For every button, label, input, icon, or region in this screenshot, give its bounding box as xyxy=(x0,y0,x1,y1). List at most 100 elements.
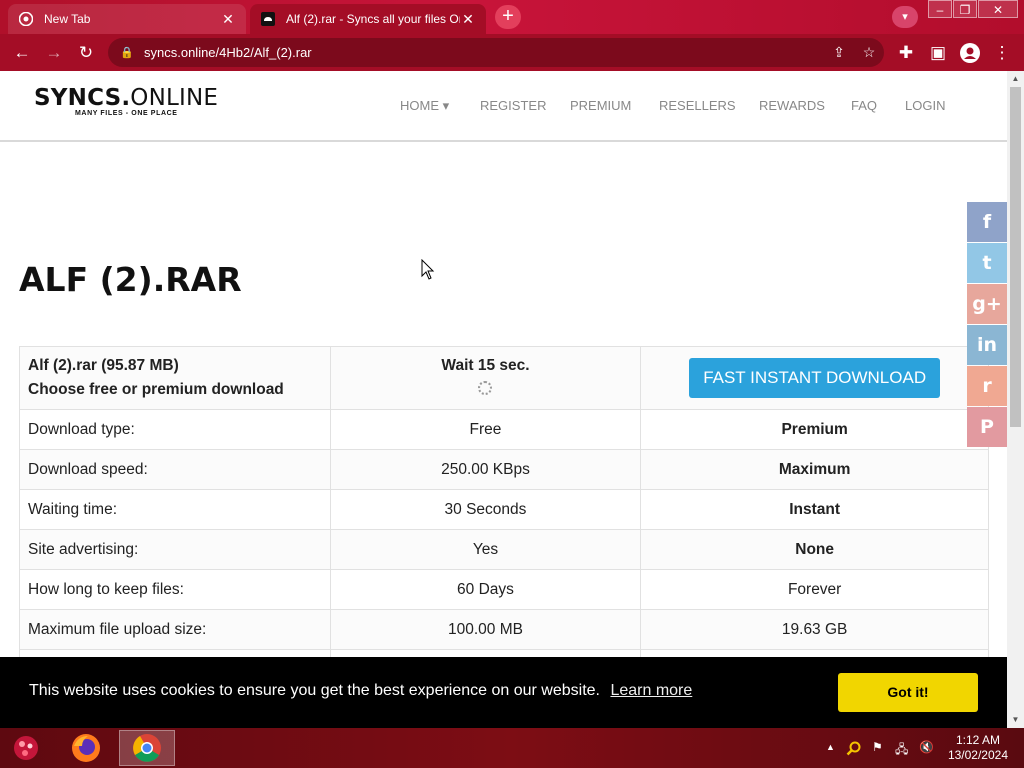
nav-premium[interactable]: PREMIUM xyxy=(570,98,631,113)
wait-cell: Wait 15 sec. xyxy=(329,346,642,410)
clock-date: 13/02/2024 xyxy=(947,748,1008,762)
chrome-icon xyxy=(18,11,34,27)
row-free-value: 100.00 MB xyxy=(329,609,642,650)
scrollbar-thumb[interactable] xyxy=(1010,87,1021,427)
close-tab-icon[interactable]: ✕ xyxy=(460,11,476,28)
bookmark-star-icon[interactable]: ☆ xyxy=(854,44,884,61)
chevron-down-icon: ▾ xyxy=(442,98,450,113)
page-scrollbar[interactable]: ▲ ▼ xyxy=(1007,71,1024,728)
row-label: Waiting time: xyxy=(19,489,331,530)
logo-name-bold: SYNCS. xyxy=(34,85,131,111)
tab-title: New Tab xyxy=(44,12,91,26)
nav-register[interactable]: REGISTER xyxy=(480,98,546,113)
nav-login[interactable]: LOGIN xyxy=(905,98,945,113)
row-premium-value: Premium xyxy=(640,409,989,450)
fast-instant-download-button[interactable]: FAST INSTANT DOWNLOAD xyxy=(689,358,941,398)
scroll-down-arrow-icon[interactable]: ▼ xyxy=(1007,712,1024,728)
tab-new-tab[interactable]: New Tab ✕ xyxy=(8,4,246,34)
address-bar[interactable]: 🔒 syncs.online/4Hb2/Alf_(2).rar ⇪ ☆ xyxy=(108,38,884,67)
table-row: Alf (2).rar (95.87 MB) Choose free or pr… xyxy=(19,346,989,410)
clock-time: 1:12 AM xyxy=(955,733,1000,747)
site-logo[interactable]: SYNCS.ONLINE MANY FILES - ONE PLACE xyxy=(34,85,218,117)
learn-more-link[interactable]: Learn more xyxy=(610,682,692,699)
table-row: Site advertising: Yes None xyxy=(19,529,989,570)
row-premium-value: Maximum xyxy=(640,449,989,490)
twitter-icon[interactable]: t xyxy=(967,243,1007,283)
lock-icon[interactable]: 🔒 xyxy=(120,46,134,59)
nav-home[interactable]: HOME ▾ xyxy=(400,98,449,114)
tab-title: Alf (2).rar - Syncs all your files Or xyxy=(286,12,460,26)
browser-tab-bar: New Tab ✕ Alf (2).rar - Syncs all your f… xyxy=(0,0,1024,34)
download-comparison-table: Alf (2).rar (95.87 MB) Choose free or pr… xyxy=(19,346,989,690)
network-icon[interactable]: 🖧 xyxy=(895,740,908,761)
nav-resellers[interactable]: RESELLERS xyxy=(659,98,736,113)
close-window-button[interactable]: ✕ xyxy=(978,0,1018,18)
nav-rewards[interactable]: REWARDS xyxy=(759,98,825,113)
taskbar-firefox[interactable] xyxy=(58,730,114,766)
facebook-icon[interactable]: f xyxy=(967,202,1007,242)
chrome-icon xyxy=(133,734,161,762)
firefox-icon xyxy=(72,734,100,762)
side-panel-icon[interactable]: ▣ xyxy=(928,43,948,63)
taskbar-chrome[interactable] xyxy=(119,730,175,766)
row-premium-value: None xyxy=(640,529,989,570)
cookie-message: This website uses cookies to ensure you … xyxy=(29,682,692,700)
flag-notification-icon[interactable]: ⚑ xyxy=(872,740,883,754)
choose-download-text: Choose free or premium download xyxy=(28,381,284,398)
browser-toolbar: ← → ↻ 🔒 syncs.online/4Hb2/Alf_(2).rar ⇪ … xyxy=(0,34,1024,71)
reload-icon[interactable]: ↻ xyxy=(76,43,96,63)
row-label: Download type: xyxy=(19,409,331,450)
table-row: Download speed: 250.00 KBps Maximum xyxy=(19,449,989,490)
reddit-icon[interactable]: r xyxy=(967,366,1007,406)
search-tray-icon[interactable] xyxy=(846,740,862,759)
page-title: ALF (2).RAR xyxy=(19,260,242,299)
new-tab-button[interactable]: + xyxy=(495,5,521,29)
row-label: Download speed: xyxy=(19,449,331,490)
menu-kebab-icon[interactable]: ⋮ xyxy=(992,43,1012,63)
profile-avatar-icon[interactable] xyxy=(960,43,980,63)
file-info-cell: Alf (2).rar (95.87 MB) Choose free or pr… xyxy=(19,346,331,410)
file-name-size: Alf (2).rar (95.87 MB) xyxy=(28,357,179,374)
cookie-message-text: This website uses cookies to ensure you … xyxy=(29,682,600,699)
start-orb-icon xyxy=(14,736,38,760)
back-icon[interactable]: ← xyxy=(12,43,32,63)
tray-expand-icon[interactable]: ▲ xyxy=(826,742,835,752)
site-header: SYNCS.ONLINE MANY FILES - ONE PLACE HOME… xyxy=(0,71,1007,142)
social-share-bar: f t g+ in r P xyxy=(967,202,1007,448)
tab-search-icon[interactable]: ▾ xyxy=(892,6,918,28)
maximize-button[interactable]: ❐ xyxy=(953,0,977,18)
extensions-icon[interactable]: ✚ xyxy=(896,43,916,63)
share-icon[interactable]: ⇪ xyxy=(824,44,854,61)
minimize-button[interactable]: – xyxy=(928,0,952,18)
table-row: Download type: Free Premium xyxy=(19,409,989,450)
start-button[interactable] xyxy=(10,732,42,764)
row-label: Site advertising: xyxy=(19,529,331,570)
row-free-value: Free xyxy=(329,409,642,450)
page-viewport: SYNCS.ONLINE MANY FILES - ONE PLACE HOME… xyxy=(0,71,1024,728)
nav-faq[interactable]: FAQ xyxy=(851,98,877,113)
fast-download-cell: FAST INSTANT DOWNLOAD xyxy=(640,346,989,410)
system-clock[interactable]: 1:12 AM 13/02/2024 xyxy=(948,733,1008,763)
volume-muted-icon[interactable]: 🔇 xyxy=(919,740,934,754)
row-free-value: 30 Seconds xyxy=(329,489,642,530)
row-free-value: 60 Days xyxy=(329,569,642,610)
row-free-value: Yes xyxy=(329,529,642,570)
linkedin-icon[interactable]: in xyxy=(967,325,1007,365)
row-premium-value: 19.63 GB xyxy=(640,609,989,650)
row-label: Maximum file upload size: xyxy=(19,609,331,650)
syncs-favicon-icon xyxy=(260,11,276,27)
table-row: Waiting time: 30 Seconds Instant xyxy=(19,489,989,530)
got-it-button[interactable]: Got it! xyxy=(838,673,978,712)
nav-home-label: HOME xyxy=(400,98,439,113)
url-text[interactable]: syncs.online/4Hb2/Alf_(2).rar xyxy=(144,45,824,60)
pinterest-icon[interactable]: P xyxy=(967,407,1007,447)
loading-spinner-icon xyxy=(478,380,493,395)
tab-syncs-online[interactable]: Alf (2).rar - Syncs all your files Or ✕ xyxy=(250,4,486,34)
close-tab-icon[interactable]: ✕ xyxy=(220,11,236,28)
row-premium-value: Forever xyxy=(640,569,989,610)
cookie-consent-bar: This website uses cookies to ensure you … xyxy=(0,657,1007,728)
scroll-up-arrow-icon[interactable]: ▲ xyxy=(1007,71,1024,87)
logo-tagline: MANY FILES - ONE PLACE xyxy=(75,110,178,117)
forward-icon[interactable]: → xyxy=(44,43,64,63)
google-plus-icon[interactable]: g+ xyxy=(967,284,1007,324)
